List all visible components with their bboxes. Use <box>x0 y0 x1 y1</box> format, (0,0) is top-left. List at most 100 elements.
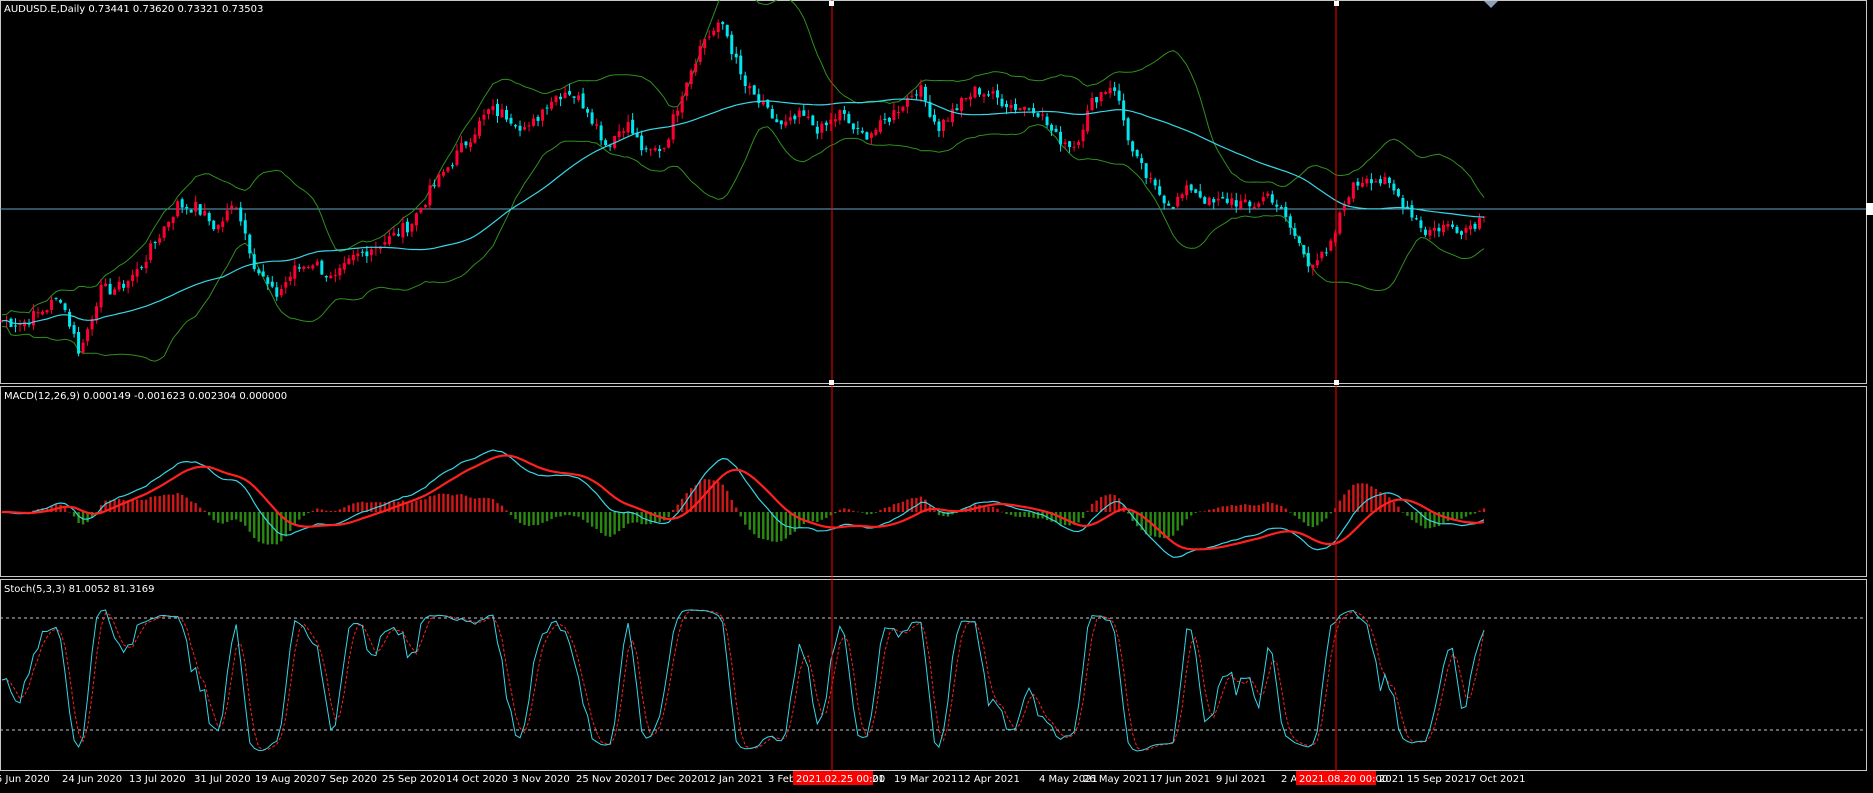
candle-body <box>342 263 346 270</box>
candle-body <box>464 141 468 146</box>
time-axis-tick-label: 19 Mar 2021 <box>894 774 957 785</box>
macd-histogram-bar <box>433 495 436 512</box>
candle-body <box>1230 198 1234 205</box>
candle-body <box>50 299 54 310</box>
macd-histogram-bar <box>910 498 914 512</box>
candle-body <box>779 120 783 125</box>
candle-body <box>662 147 666 150</box>
candle-body <box>239 207 243 222</box>
candle-body <box>77 332 81 354</box>
candle-body <box>1410 205 1414 218</box>
crosshair-handle[interactable] <box>829 380 834 385</box>
candle-body <box>518 125 522 131</box>
macd-histogram-bar <box>266 512 269 545</box>
candle-body <box>450 165 454 167</box>
macd-histogram-bar <box>199 507 202 512</box>
candle-body <box>1014 104 1018 111</box>
macd-histogram-bar <box>595 512 598 529</box>
candle-body <box>1180 194 1184 198</box>
time-axis-tick-label: 17 Jun 2021 <box>1150 774 1210 785</box>
candle-body <box>486 109 490 114</box>
candle-body <box>838 110 842 121</box>
trading-chart[interactable]: AUDUSD.E,Daily 0.73441 0.73620 0.73321 0… <box>0 0 1873 793</box>
candle-body <box>865 132 869 140</box>
macd-histogram-bar <box>1230 505 1233 512</box>
candle-body <box>626 121 630 133</box>
macd-histogram-bar <box>766 512 769 540</box>
macd-histogram-bar <box>307 512 310 514</box>
macd-histogram-bar <box>1185 512 1188 520</box>
candle-body <box>734 53 738 58</box>
candle-body <box>1446 223 1450 227</box>
time-axis-tick-label: 12 Jan 2021 <box>703 774 763 785</box>
candle-body <box>248 234 252 254</box>
candle-body <box>153 242 157 244</box>
macd-histogram-bar <box>1307 512 1310 527</box>
candle-body <box>45 309 49 313</box>
candle-body <box>1396 189 1400 197</box>
candle-body <box>99 284 103 308</box>
macd-histogram-bar <box>1455 512 1459 520</box>
macd-histogram-bar <box>996 508 999 512</box>
macd-histogram-bar <box>816 512 819 522</box>
candle-body <box>500 109 504 118</box>
candle-body <box>419 207 423 213</box>
macd-histogram-bar <box>1212 509 1215 512</box>
macd-histogram-bar <box>226 512 229 523</box>
macd-histogram-bar <box>820 512 824 520</box>
macd-histogram-bar <box>843 508 846 512</box>
candle-body <box>986 94 990 96</box>
candle-body <box>320 260 324 275</box>
macd-histogram-bar <box>735 507 738 512</box>
macd-histogram-bar <box>428 496 432 512</box>
macd-histogram-bar <box>802 512 806 525</box>
candle-body <box>1315 260 1319 266</box>
candle-body <box>392 232 396 236</box>
candle-body <box>491 106 495 111</box>
macd-histogram-bar <box>203 510 206 512</box>
candle-body <box>1365 178 1369 184</box>
candle-body <box>1000 98 1004 107</box>
candle-body <box>1131 141 1135 152</box>
candle-body <box>694 63 698 73</box>
crosshair-handle[interactable] <box>1334 380 1339 385</box>
macd-histogram-bar <box>1095 500 1098 512</box>
candle-body <box>523 127 527 130</box>
macd-histogram-bar <box>1320 512 1324 522</box>
candle-body <box>59 299 63 303</box>
candle-body <box>333 274 337 276</box>
macd-histogram-bar <box>1266 502 1269 512</box>
price-scale-marker <box>1866 203 1873 215</box>
macd-histogram-bar <box>1469 512 1472 515</box>
candle-body <box>1203 197 1207 204</box>
candle-body <box>1149 178 1153 180</box>
crosshair-handle[interactable] <box>1334 1 1339 6</box>
candle-body <box>176 201 180 217</box>
macd-histogram-bar <box>248 512 251 532</box>
candle-body <box>162 226 166 238</box>
macd-histogram-bar <box>1482 508 1486 512</box>
crosshair-handle[interactable] <box>829 1 834 6</box>
candle-body <box>1135 150 1139 157</box>
macd-histogram-bar <box>460 494 463 512</box>
candle-body <box>1167 203 1171 206</box>
candle-body <box>315 261 319 266</box>
candle-body <box>946 120 950 122</box>
macd-histogram-bar <box>726 490 729 512</box>
macd-histogram-bar <box>892 504 896 512</box>
candle-body <box>1356 181 1360 186</box>
time-axis-tick-label: 3 Nov 2020 <box>512 774 570 785</box>
macd-histogram-bar <box>1203 511 1206 512</box>
candle-body <box>338 268 342 276</box>
candle-body <box>1243 199 1247 203</box>
candle-body <box>698 46 702 62</box>
macd-histogram-bar <box>883 507 887 512</box>
macd-histogram-bar <box>1392 501 1396 512</box>
time-axis-tick-label: 31 Jul 2020 <box>194 774 251 785</box>
macd-histogram-bar <box>1239 504 1242 512</box>
candle-body <box>401 223 405 238</box>
macd-histogram-bar <box>217 512 220 523</box>
candle-body <box>1347 197 1351 205</box>
macd-histogram-bar <box>861 512 864 513</box>
candle-body <box>234 207 238 209</box>
